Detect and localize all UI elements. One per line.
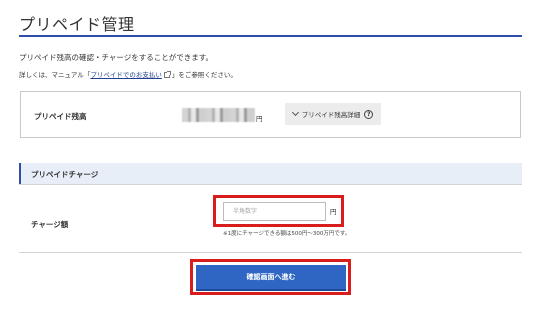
footer-divider bbox=[19, 252, 522, 253]
manual-reference: 詳しくは、マニュアル「プリペイドでのお支払い 」をご参照ください。 bbox=[19, 69, 237, 79]
manual-reference-suffix: 」をご参照ください。 bbox=[171, 71, 237, 79]
external-link-icon bbox=[163, 70, 171, 78]
charge-amount-label: チャージ額 bbox=[31, 220, 69, 229]
charge-amount-unit: 円 bbox=[330, 208, 337, 216]
intro-text: プリペイド残高の確認・チャージをすることができます。 bbox=[19, 53, 214, 62]
proceed-to-confirm-button[interactable]: 確認画面へ進む bbox=[196, 265, 346, 289]
manual-link[interactable]: プリペイドでのお支払い bbox=[90, 71, 162, 79]
title-divider bbox=[19, 35, 522, 37]
balance-amount-masked bbox=[182, 108, 255, 122]
chevron-down-icon bbox=[291, 108, 299, 117]
balance-detail-button[interactable]: プリペイド残高詳細 ? bbox=[285, 103, 381, 125]
balance-unit: 円 bbox=[256, 115, 263, 123]
manual-reference-prefix: 詳しくは、マニュアル「 bbox=[19, 71, 91, 79]
balance-label: プリペイド残高 bbox=[34, 112, 87, 121]
help-icon[interactable]: ? bbox=[364, 109, 374, 119]
charge-amount-input[interactable] bbox=[223, 202, 326, 221]
charge-divider bbox=[19, 184, 522, 185]
balance-card: プリペイド残高 円 プリペイド残高詳細 ? bbox=[20, 91, 521, 138]
charge-limit-note: ※1度にチャージできる額は500円〜300万円です。 bbox=[223, 231, 351, 237]
balance-detail-label: プリペイド残高詳細 bbox=[301, 111, 361, 119]
charge-section-header: プリペイドチャージ bbox=[19, 163, 522, 184]
charge-section-title: プリペイドチャージ bbox=[31, 170, 99, 179]
page-title: プリペイド管理 bbox=[19, 15, 135, 34]
